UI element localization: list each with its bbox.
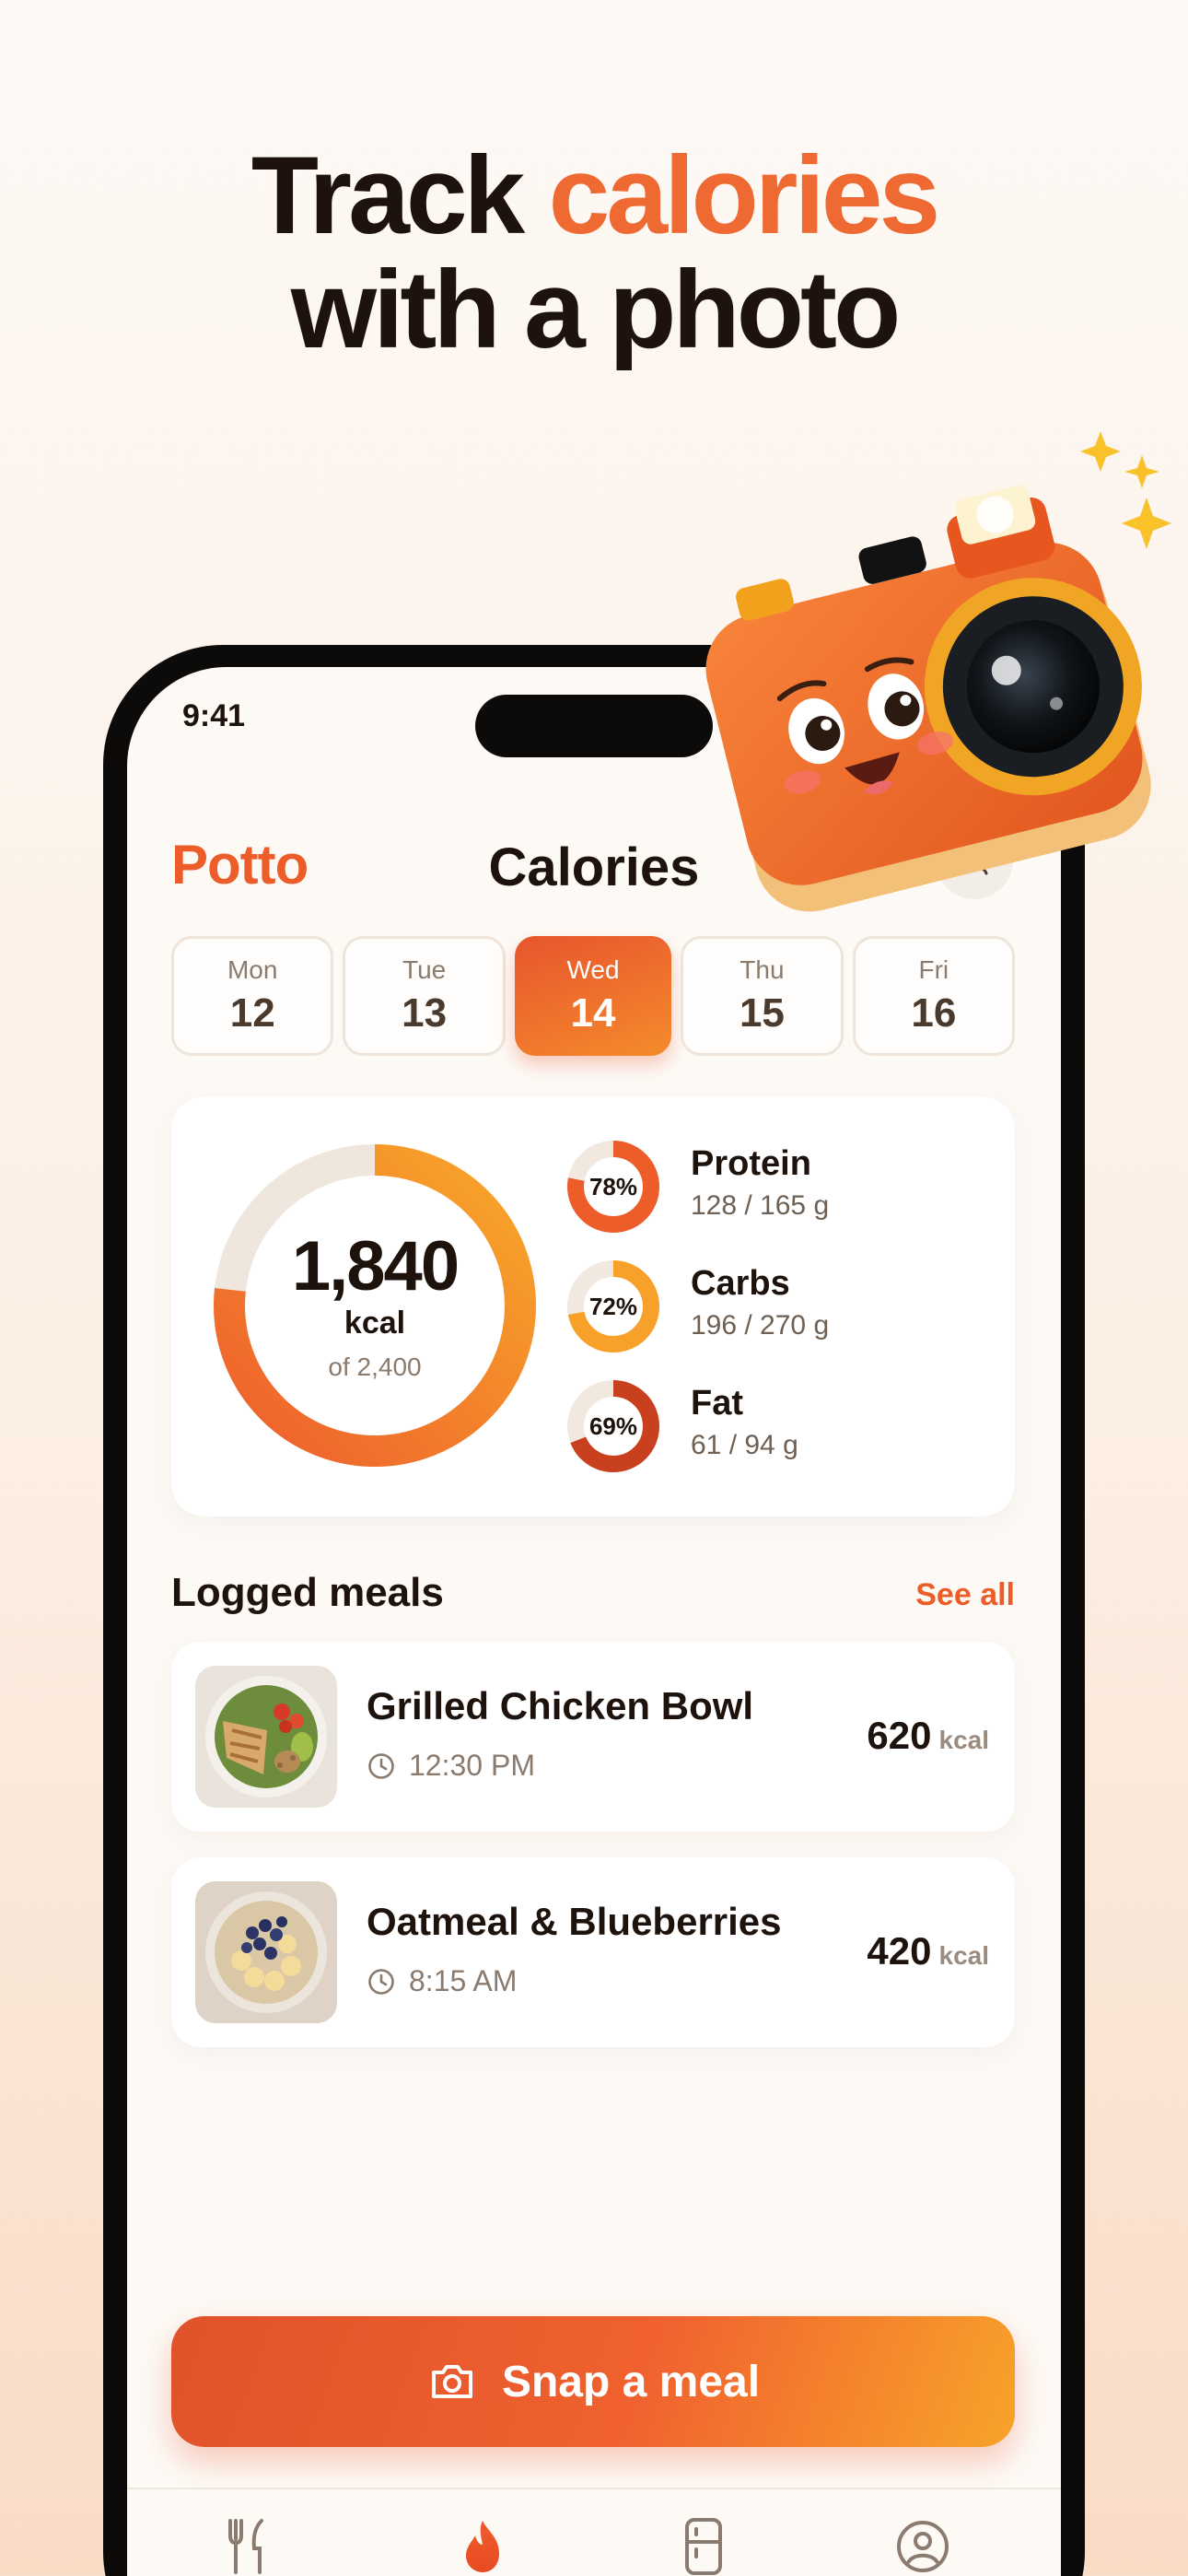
- meal-calories: 420 kcal: [867, 1929, 989, 1973]
- logged-meals-title: Logged meals: [171, 1570, 444, 1615]
- camera-mascot-illustration: [705, 431, 1171, 912]
- sparkle-icons: [1080, 431, 1171, 549]
- calories-unit: kcal: [344, 1305, 406, 1341]
- day-item-mon[interactable]: Mon 12: [171, 936, 334, 1056]
- camera-icon: [431, 2365, 472, 2398]
- tab-profile[interactable]: [886, 2510, 960, 2576]
- meal-photo-oatmeal: [195, 1881, 337, 2023]
- clock-icon: [368, 1968, 394, 1995]
- calorie-center: 1,840 kcal of 2,400: [212, 1142, 538, 1469]
- profile-icon: [897, 2521, 949, 2572]
- day-item-thu[interactable]: Thu 15: [681, 936, 844, 1056]
- tab-meals[interactable]: [212, 2510, 285, 2576]
- tab-bar: [127, 2488, 1061, 2576]
- macro-carbs: 72% Carbs 196 / 270 g: [565, 1259, 971, 1360]
- headline: Track calories with a photo: [0, 138, 1188, 367]
- meal-time: 12:30 PM: [367, 1749, 535, 1783]
- meal-card[interactable]: Grilled Chicken Bowl 12:30 PM 620 kcal: [171, 1642, 1015, 1832]
- day-selector: Mon 12 Tue 13 Wed 14 Thu 15 Fri 16: [171, 936, 1016, 1056]
- day-item-fri[interactable]: Fri 16: [852, 936, 1016, 1056]
- meal-calories: 620 kcal: [867, 1714, 989, 1757]
- headline-line-2: with a photo: [290, 248, 902, 371]
- macro-fat: 69% Fat 61 / 94 g: [565, 1378, 971, 1480]
- meal-card[interactable]: Oatmeal & Blueberries 8:15 AM 420 kcal: [171, 1857, 1015, 2047]
- clock-icon: [368, 1752, 394, 1779]
- macro-protein: 78% Protein 128 / 165 g: [565, 1139, 971, 1240]
- meal-time: 8:15 AM: [367, 1964, 517, 1998]
- snap-meal-label: Snap a meal: [501, 2357, 761, 2406]
- status-time: 9:41: [182, 698, 246, 733]
- day-item-wed[interactable]: Wed 14: [514, 936, 672, 1056]
- snap-meal-button[interactable]: Snap a meal: [171, 2316, 1015, 2447]
- fork-knife-icon: [228, 2519, 263, 2574]
- phone-screen: 9:41 Potto Calories Mon 12 Tue 13 Wed 14 Th…: [127, 667, 1061, 2576]
- calories-value: 1,840: [291, 1226, 460, 1306]
- tab-calories[interactable]: [446, 2510, 519, 2576]
- meal-name: Oatmeal & Blueberries: [367, 1900, 782, 1943]
- fridge-icon: [685, 2518, 722, 2575]
- meal-name: Grilled Chicken Bowl: [367, 1684, 754, 1727]
- meal-photo-chicken-bowl: [195, 1666, 337, 1808]
- calories-goal: of 2,400: [328, 1352, 422, 1381]
- see-all-link[interactable]: See all: [915, 1577, 1015, 1613]
- headline-accent: calories: [548, 134, 941, 257]
- headline-line-1: Track calories: [250, 134, 941, 257]
- flame-icon: [466, 2521, 499, 2572]
- day-item-tue[interactable]: Tue 13: [343, 936, 506, 1056]
- calorie-summary-card: 1,840 kcal of 2,400 78% Protein 128 / 16…: [171, 1096, 1015, 1516]
- tab-pantry[interactable]: [667, 2510, 740, 2576]
- dynamic-island: [475, 695, 713, 757]
